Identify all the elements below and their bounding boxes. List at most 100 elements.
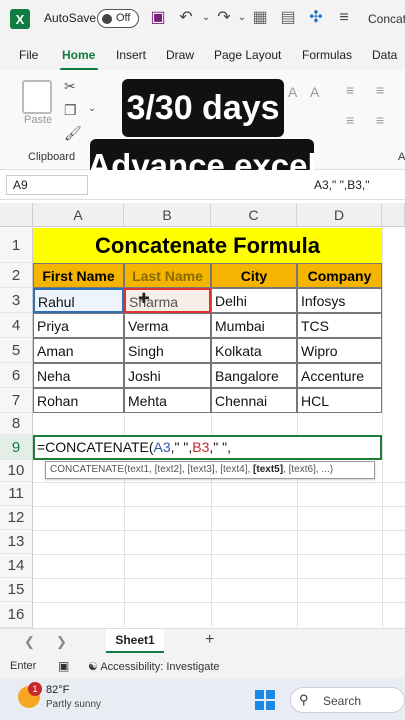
formula-bar-content[interactable]: A3," ",B3," (314, 178, 369, 192)
table-icon[interactable]: ▤ (278, 8, 298, 28)
document-title: Concat (368, 12, 405, 26)
row-header-15[interactable]: 15 (0, 578, 33, 602)
sheet-next-icon[interactable]: ❯ (56, 634, 67, 650)
copy-dropdown-icon[interactable]: ⌄ (88, 103, 96, 114)
cell-b4[interactable]: Verma (124, 313, 211, 338)
formula-ref-b3: B3 (192, 439, 210, 455)
cell-d6[interactable]: Accenture (297, 363, 382, 388)
taskbar-search[interactable]: ⚲ Search (290, 687, 405, 713)
status-bar: Enter ▣ ☯ Accessibility: Investigate (0, 654, 405, 678)
align-left-icon[interactable]: ≡ (346, 112, 354, 128)
header-first-name[interactable]: First Name (33, 263, 124, 288)
move-icon[interactable]: ✣ (306, 8, 326, 28)
row-header-12[interactable]: 12 (0, 506, 33, 530)
column-header-b[interactable]: B (124, 203, 211, 227)
cell-b5[interactable]: Singh (124, 338, 211, 363)
excel-logo-icon: X (10, 9, 30, 29)
row-header-4[interactable]: 4 (0, 313, 33, 338)
sheet-tab-bar: ❮ ❯ Sheet1 + (0, 628, 405, 654)
cell-d3[interactable]: Infosys (297, 288, 382, 313)
sheet-title-cell[interactable]: Concatenate Formula (33, 228, 382, 263)
cell-d7[interactable]: HCL (297, 388, 382, 413)
decrease-font-icon[interactable]: A (288, 84, 297, 100)
cell-d5[interactable]: Wipro (297, 338, 382, 363)
align-center-icon[interactable]: ≡ (376, 112, 384, 128)
form-icon[interactable]: ▦ (250, 8, 270, 28)
customize-toolbar-icon[interactable]: ≡ (334, 8, 354, 28)
redo-icon[interactable]: ↷ (214, 8, 234, 28)
align-middle-icon[interactable]: ≡ (376, 82, 384, 98)
cell-d4[interactable]: TCS (297, 313, 382, 338)
weather-condition: Partly sunny (46, 699, 102, 710)
accessibility-label: Accessibility: Investigate (100, 661, 220, 673)
row-header-14[interactable]: 14 (0, 554, 33, 578)
tab-data[interactable]: Data (372, 48, 397, 62)
tab-home[interactable]: Home (62, 48, 95, 62)
cell-c7[interactable]: Chennai (211, 388, 297, 413)
sheet-prev-icon[interactable]: ❮ (24, 634, 35, 650)
cut-icon[interactable]: ✂ (64, 78, 76, 95)
copy-icon[interactable]: ❐ (64, 102, 77, 119)
cell-a4[interactable]: Priya (33, 313, 124, 338)
select-all-corner[interactable] (0, 203, 33, 227)
cell-c5[interactable]: Kolkata (211, 338, 297, 363)
column-header-c[interactable]: C (211, 203, 297, 227)
tab-file[interactable]: File (19, 48, 38, 62)
tab-formulas[interactable]: Formulas (302, 48, 352, 62)
macro-record-icon[interactable]: ▣ (58, 659, 69, 673)
cell-a9-editing[interactable]: =CONCATENATE(A3," ",B3," ", (33, 435, 382, 460)
sheet-tab-sheet1[interactable]: Sheet1 (106, 629, 164, 653)
row-header-6[interactable]: 6 (0, 363, 33, 388)
autosave-toggle[interactable]: Off (97, 9, 139, 28)
cell-b7[interactable]: Mehta (124, 388, 211, 413)
row-header-9[interactable]: 9 (0, 435, 33, 460)
row-header-10[interactable]: 10 (0, 460, 33, 482)
name-box[interactable]: A9 (6, 175, 88, 195)
windows-start-icon[interactable] (255, 690, 275, 710)
add-sheet-button[interactable]: + (205, 631, 214, 649)
cell-c6[interactable]: Bangalore (211, 363, 297, 388)
row-header-5[interactable]: 5 (0, 338, 33, 363)
tooltip-function-name[interactable]: CONCATENATE( (50, 464, 127, 475)
column-header-a[interactable]: A (33, 203, 124, 227)
row-header-2[interactable]: 2 (0, 263, 33, 288)
row-header-13[interactable]: 13 (0, 530, 33, 554)
row-header-3[interactable]: 3 (0, 288, 33, 313)
paste-label: Paste (24, 114, 53, 126)
cell-b6[interactable]: Joshi (124, 363, 211, 388)
column-header-e[interactable] (382, 203, 405, 227)
header-company[interactable]: Company (297, 263, 382, 288)
increase-font-icon[interactable]: A (310, 84, 319, 100)
cell-a6[interactable]: Neha (33, 363, 124, 388)
gridline (33, 554, 405, 555)
header-city[interactable]: City (211, 263, 297, 288)
cell-a3[interactable]: Rahul (33, 288, 124, 313)
format-painter-icon[interactable]: 🖌 (64, 125, 82, 142)
header-last-name[interactable]: Last Name (124, 263, 211, 288)
cell-c3[interactable]: Delhi (211, 288, 297, 313)
column-header-d[interactable]: D (297, 203, 382, 227)
accessibility-status[interactable]: ☯ Accessibility: Investigate (88, 660, 220, 673)
save-icon[interactable]: ▣ (148, 8, 168, 28)
align-top-icon[interactable]: ≡ (346, 82, 354, 98)
search-placeholder: Search (323, 694, 362, 708)
row-header-11[interactable]: 11 (0, 482, 33, 506)
tab-page-layout[interactable]: Page Layout (214, 48, 281, 62)
row-header-16[interactable]: 16 (0, 602, 33, 628)
undo-dropdown-icon[interactable]: ⌄ (196, 8, 216, 28)
tab-insert[interactable]: Insert (116, 48, 146, 62)
tab-draw[interactable]: Draw (166, 48, 194, 62)
cell-a5[interactable]: Aman (33, 338, 124, 363)
row-header-1[interactable]: 1 (0, 228, 33, 263)
redo-dropdown-icon[interactable]: ⌄ (232, 8, 252, 28)
cell-c4[interactable]: Mumbai (211, 313, 297, 338)
cell-a7[interactable]: Rohan (33, 388, 124, 413)
windows-taskbar: 1 82°F Partly sunny ⚲ Search (0, 678, 405, 720)
row-header-8[interactable]: 8 (0, 413, 33, 435)
status-mode: Enter (10, 660, 37, 672)
tooltip-current-arg: [text5] (253, 464, 284, 475)
row-header-7[interactable]: 7 (0, 388, 33, 413)
paste-button[interactable] (22, 80, 52, 114)
cursor-cross-icon: ✚ (138, 290, 150, 306)
undo-icon[interactable]: ↶ (176, 8, 196, 28)
